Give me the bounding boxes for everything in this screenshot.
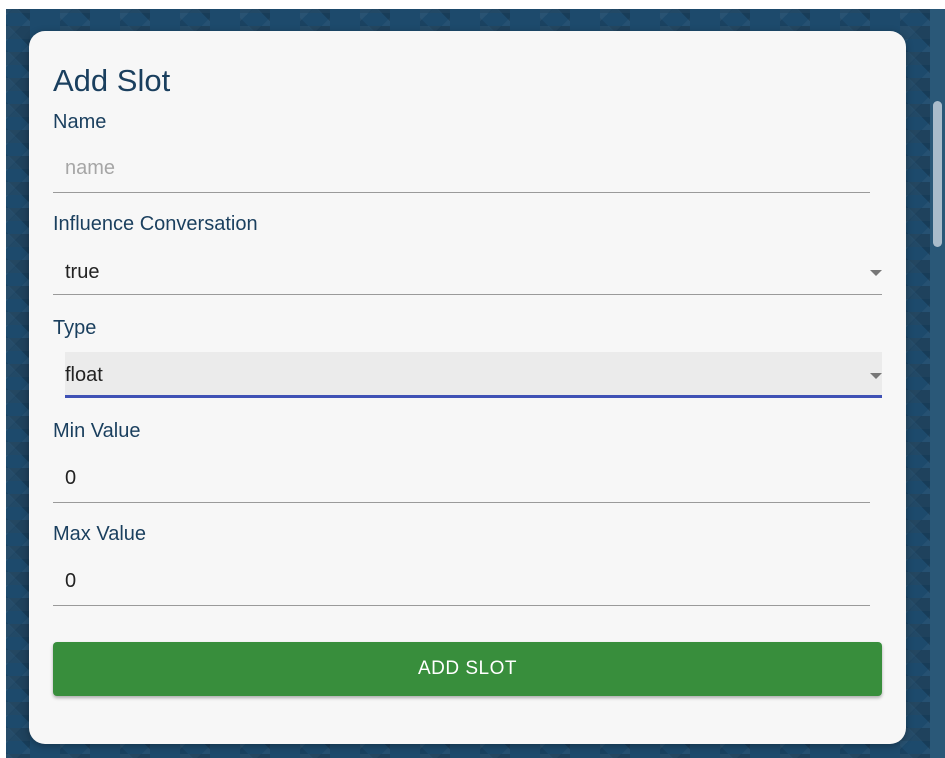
influence-conversation-label: Influence Conversation	[53, 213, 258, 235]
influence-conversation-select[interactable]: true	[53, 249, 882, 295]
max-value-input[interactable]	[65, 558, 855, 604]
min-value-field[interactable]	[53, 455, 870, 503]
max-value-field[interactable]	[53, 558, 870, 606]
name-label: Name	[53, 111, 107, 133]
add-slot-dialog: Add Slot Name Influence Conversation tru…	[29, 31, 906, 744]
min-value-label: Min Value	[53, 420, 141, 442]
type-label: Type	[53, 317, 97, 339]
chevron-down-icon	[870, 270, 882, 276]
name-input[interactable]	[65, 145, 855, 191]
name-field[interactable]	[53, 145, 870, 193]
page-scrollbar[interactable]	[930, 9, 945, 758]
type-value: float	[65, 364, 103, 386]
chevron-down-icon	[870, 373, 882, 379]
influence-conversation-value: true	[65, 261, 100, 283]
add-slot-button[interactable]: ADD SLOT	[53, 642, 882, 696]
type-select[interactable]: float	[65, 352, 882, 398]
min-value-input[interactable]	[65, 455, 855, 501]
scrollbar-thumb[interactable]	[933, 101, 942, 247]
page-top-edge	[0, 0, 945, 9]
max-value-label: Max Value	[53, 523, 147, 545]
page-left-edge	[0, 0, 6, 758]
dialog-title: Add Slot	[53, 63, 171, 98]
